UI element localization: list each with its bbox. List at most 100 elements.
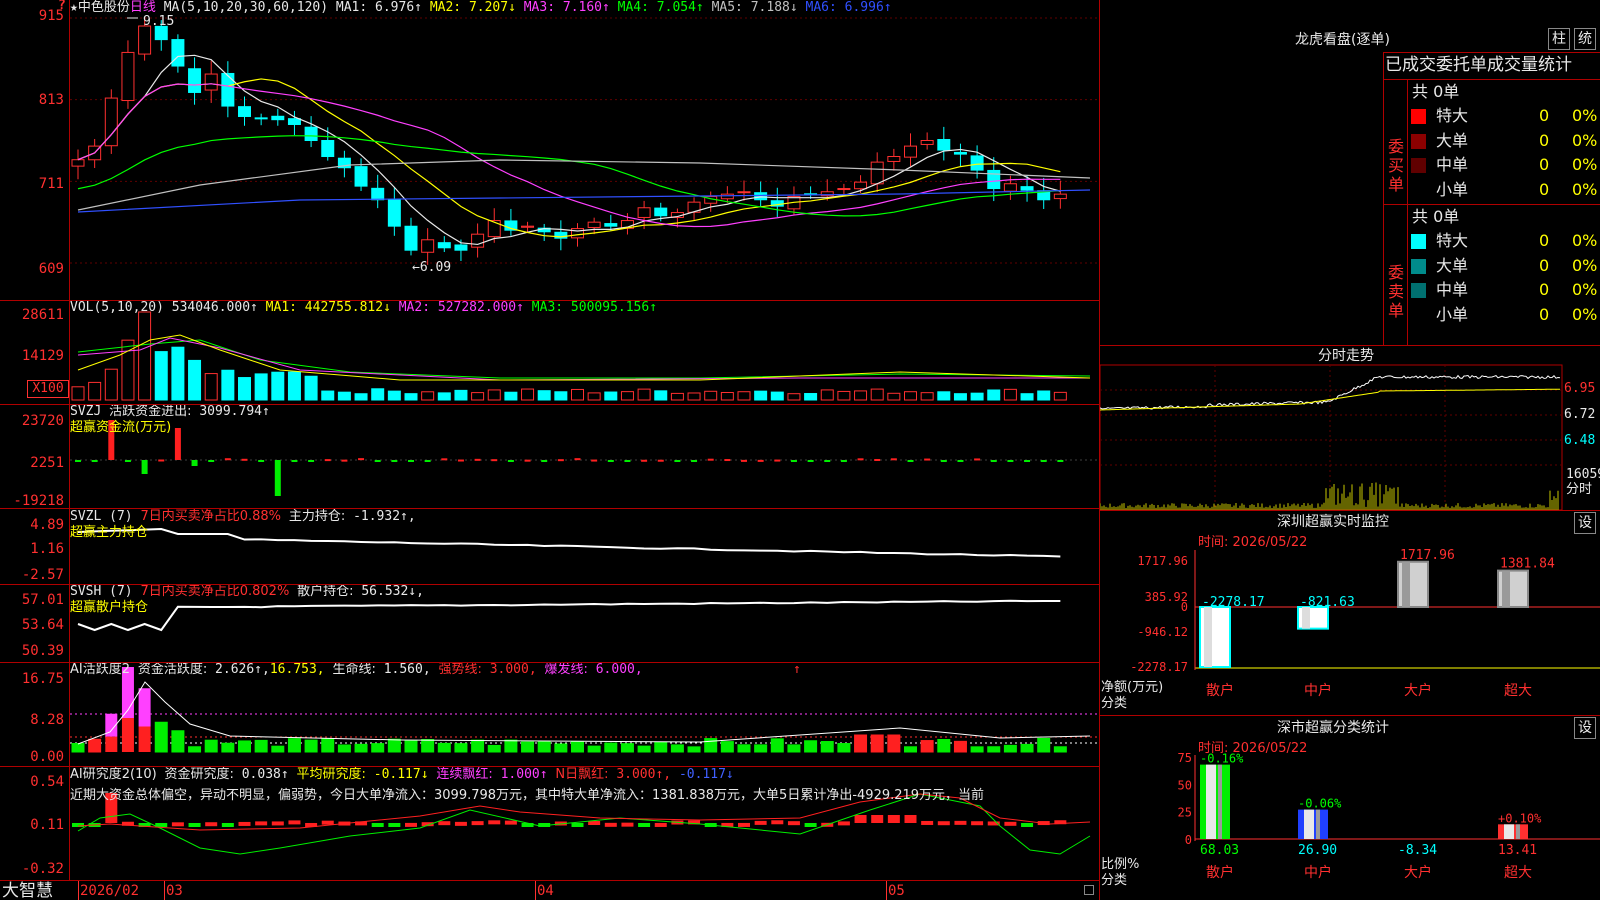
ai2-bar-52: [937, 821, 950, 826]
dragon-row-n: 0: [1539, 231, 1550, 250]
candle-body-12: [271, 115, 285, 121]
svzj-bar-44: [807, 460, 814, 462]
vol-bar-37: [687, 392, 701, 401]
ai2-bar-30: [571, 823, 584, 827]
monitor-bar-shade-3: [1502, 570, 1510, 607]
svsh-pane[interactable]: SVSH (7) 7日内买卖净占比0.802% 散户持仓: 56.532↓, 超…: [0, 584, 1100, 662]
kline-chart[interactable]: [0, 0, 1100, 300]
ai2-bar-34: [638, 823, 651, 827]
kline-pane[interactable]: ★中色股份日线 MA(5,10,20,30,60,120) MA1: 6.976…: [0, 0, 1100, 300]
vol-bar-22: [437, 392, 451, 401]
vol-bar-6: [171, 346, 185, 401]
dragon-row-n: 0: [1539, 155, 1550, 174]
svzj-bar-47: [857, 458, 864, 461]
monitor-cat-0: 散户: [1206, 682, 1234, 699]
ai2-bar-54: [971, 821, 984, 826]
vol-bar-54: [970, 392, 984, 401]
vol-bar-15: [321, 390, 335, 401]
svzj-bar-23: [457, 459, 464, 462]
ai1-bar-30: [571, 741, 584, 753]
ai1-bar-8: [204, 739, 218, 753]
ai2-v3: 1.000↑: [500, 767, 548, 782]
intra-tick-1: 6.95: [1564, 381, 1596, 396]
svsh-tick-1: 57.01: [21, 592, 64, 608]
vol-bar-4: [138, 311, 152, 401]
vol-bar-0: [71, 386, 85, 401]
candle-body-11: [254, 117, 268, 120]
monitor-tick-4: -2278.17: [1130, 660, 1188, 674]
candle-body-52: [937, 139, 951, 151]
intraday-chart[interactable]: [1100, 345, 1600, 510]
ai2-bar-50: [904, 815, 917, 823]
svzj-bar-1: [91, 460, 98, 462]
vol-bar-33: [620, 391, 634, 401]
ai2-tick-2: 0.11: [30, 817, 64, 833]
svzj-bar-40: [741, 459, 747, 462]
stats-tick-3: 0: [1185, 833, 1192, 847]
ai1-v4: 3.000,: [489, 662, 537, 677]
ai1-bar-36: [670, 744, 684, 753]
stats-bar-shine-3: [1504, 824, 1514, 839]
intraday-panel[interactable]: 分时走势 6.95 6.72 6.48 16059 分时: [1100, 345, 1600, 510]
monitor-panel: 深圳超赢实时监控 设 时间: 2026/05/22 1717.96 385.92 0…: [1100, 510, 1600, 715]
ai-activity-pane[interactable]: AI活跃度2 资金活跃度: 2.626↑,16.753, 生命线: 1.560,…: [0, 662, 1100, 766]
stats-bar-top-3: +0.10%: [1498, 811, 1542, 825]
svsh-tick-3: 50.39: [21, 643, 64, 659]
volume-pane[interactable]: VOL(5,10,20) 534046.000↑ MA1: 442755.812…: [0, 300, 1100, 404]
vol-bar-58: [1037, 390, 1051, 401]
vol-bar-21: [421, 391, 435, 401]
bar-view-button[interactable]: 柱: [1548, 28, 1570, 50]
stats-settings-button[interactable]: 设: [1574, 717, 1596, 739]
ai1-v3: 1.560,: [383, 662, 431, 677]
stats-bar-shade-0: [1218, 764, 1222, 839]
candle-body-10: [238, 106, 251, 117]
stats-cat-3: 超大: [1504, 865, 1532, 881]
svzj-bar-17: [358, 458, 365, 461]
svzj-bar-19: [391, 460, 398, 462]
vol-bar-45: [820, 389, 834, 401]
ai2-bar-19: [388, 823, 401, 827]
vol-bar-23: [454, 389, 468, 401]
svzj-bar-16: [341, 459, 348, 462]
monitor-settings-button[interactable]: 设: [1574, 512, 1596, 534]
monitor-bar-label-1: -821.63: [1300, 595, 1355, 610]
vol-bar-48: [870, 388, 884, 401]
dragon-row-name: 大单: [1436, 255, 1469, 275]
stat-view-button[interactable]: 统: [1574, 28, 1596, 50]
ai2-bar-31: [588, 821, 601, 826]
sell-side-label: 委卖单: [1388, 263, 1405, 320]
ai-research-pane[interactable]: AI研究度2(10) 资金研究度: 0.038↑ 平均研究度: -0.117↓ …: [0, 766, 1100, 880]
vol-bar-13: [287, 371, 301, 401]
stats-xlabel: 分类: [1101, 873, 1128, 888]
candle-body-19: [387, 198, 401, 227]
buy-side-label: 委买单: [1388, 137, 1405, 194]
vol-bar-57: [1020, 393, 1034, 401]
monitor-bar-shade-1: [1302, 607, 1310, 629]
dragon-row-name: 大单: [1436, 130, 1469, 150]
svzj-bar-45: [824, 460, 831, 462]
ma-label: MA(5,10,20,30,60,120): [163, 0, 329, 15]
svzj-pane[interactable]: SVZJ 活跃资金进出: 3099.794↑ 超赢资金流(万元) 23720 2…: [0, 404, 1100, 508]
lock-icon[interactable]: [1084, 885, 1094, 895]
vol-ma-value-2: MA2: 527282.000↑: [398, 300, 532, 315]
ai2-v1: 0.038↑: [241, 767, 289, 782]
ai1-bar-26: [504, 739, 518, 753]
ai1-bar-41: [754, 744, 768, 753]
svzl-pane[interactable]: SVZL (7) 7日内买卖净占比0.88% 主力持仓: -1.932↑, 超赢…: [0, 508, 1100, 584]
svzj-bar-34: [641, 459, 648, 462]
ai1-bar-39: [720, 741, 734, 753]
monitor-time: 时间: 2026/05/22: [1198, 535, 1308, 550]
ai2-bar-8: [205, 822, 218, 827]
ai2-bar-53: [954, 820, 967, 825]
svsh-line: [77, 599, 1061, 632]
svzj-bar-8: [208, 460, 215, 462]
vol-bar-38: [704, 390, 718, 401]
svzj-bar-51: [924, 458, 931, 461]
y-tick-609: 609: [38, 261, 64, 277]
candle-body-17: [354, 166, 368, 187]
ai2-bar-26: [504, 820, 517, 825]
ai1-desc: 资金活跃度:: [137, 662, 208, 677]
ai-research-chart[interactable]: [0, 766, 1100, 880]
ai2-bar-11: [255, 821, 268, 826]
svzj-label: SVZJ: [70, 404, 102, 419]
